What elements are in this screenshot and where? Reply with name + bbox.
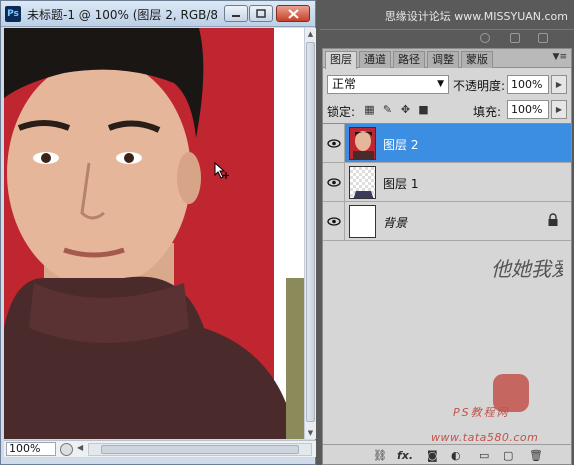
link-layers-icon[interactable]: ⛓: [373, 448, 387, 462]
panel-top-strip: 思缘设计论坛 www.MISSYUAN.com: [316, 0, 574, 29]
new-layer-icon[interactable]: ▢: [503, 448, 513, 462]
fill-input[interactable]: 100%: [507, 100, 549, 119]
eye-icon[interactable]: [323, 163, 345, 201]
lock-label: 锁定:: [327, 105, 356, 119]
watermark-ps-label: PS教程网: [453, 406, 510, 419]
opacity-input[interactable]: 100%: [507, 75, 549, 94]
new-document-icon[interactable]: [510, 33, 520, 43]
horizontal-scrollbar[interactable]: [88, 443, 312, 456]
trash-icon[interactable]: [538, 33, 548, 43]
vertical-scrollbar[interactable]: ▲ ▼: [304, 28, 316, 439]
layer-row-background[interactable]: 背景: [323, 202, 571, 241]
minimize-icon: [232, 14, 240, 17]
opacity-slider-button[interactable]: ▶: [551, 75, 567, 94]
layer-thumbnail: [349, 166, 376, 199]
status-info-icon[interactable]: [60, 443, 73, 456]
panel-dock-toolbar: [320, 29, 574, 47]
status-bar: 100% ◀: [4, 440, 316, 457]
delete-layer-icon[interactable]: 🗑: [529, 448, 543, 462]
close-icon: [287, 8, 299, 19]
portrait-photo: [4, 28, 304, 439]
layers-panel-footer: ⛓ fx. ◙ ◐ ▭ ▢ 🗑: [323, 444, 571, 464]
tab-paths[interactable]: 路径: [393, 51, 425, 68]
lock-icon: [548, 213, 558, 226]
layer-row-layer-1[interactable]: 图层 1: [323, 163, 571, 202]
layer-name[interactable]: 图层 2: [383, 136, 418, 153]
adjustment-layer-icon[interactable]: ◐: [451, 448, 461, 462]
blend-mode-select[interactable]: 正常 ▼: [327, 75, 449, 94]
horizontal-scroll-thumb[interactable]: [101, 445, 299, 454]
document-titlebar[interactable]: Ps 未标题-1 @ 100% (图层 2, RGB/8...: [1, 1, 315, 27]
fill-slider-button[interactable]: ▶: [551, 100, 567, 119]
site-watermark: 思缘设计论坛 www.MISSYUAN.com: [384, 10, 568, 23]
layer-row-layer-2[interactable]: 图层 2: [323, 124, 571, 163]
layers-panel: 图层 通道 路径 调整 蒙版 ▼≡ 正常 ▼ 不透明度: 100% ▶ 锁定: …: [322, 48, 572, 465]
opacity-label: 不透明度:: [453, 79, 506, 93]
lock-position-icon[interactable]: ✥: [399, 103, 412, 116]
tab-adjustments[interactable]: 调整: [427, 51, 459, 68]
tab-layers[interactable]: 图层: [325, 51, 357, 69]
blend-mode-value: 正常: [332, 77, 357, 91]
minimize-button[interactable]: [224, 5, 248, 22]
no-entry-icon[interactable]: [480, 33, 490, 43]
zoom-field[interactable]: 100%: [6, 442, 56, 456]
calligraphy-watermark: 他她我爱你: [491, 257, 563, 412]
panel-menu-icon[interactable]: ▼≡: [553, 52, 567, 62]
svg-text:他她我爱你: 他她我爱你: [491, 257, 563, 281]
fill-label: 填充:: [473, 105, 502, 119]
photoshop-logo-icon: Ps: [5, 6, 21, 22]
tab-channels[interactable]: 通道: [359, 51, 391, 68]
layer-mask-icon[interactable]: ◙: [427, 448, 438, 462]
fx-icon[interactable]: fx.: [397, 448, 413, 462]
status-menu-arrow-icon[interactable]: ◀: [77, 443, 83, 452]
document-window: Ps 未标题-1 @ 100% (图层 2, RGB/8... ▲ ▼ 100%…: [0, 0, 316, 465]
lock-brush-icon[interactable]: ✎: [381, 103, 394, 116]
new-group-icon[interactable]: ▭: [479, 448, 489, 462]
chevron-down-icon: ▼: [437, 79, 444, 89]
vertical-scroll-thumb[interactable]: [306, 42, 315, 422]
canvas[interactable]: [4, 28, 304, 439]
maximize-button[interactable]: [249, 5, 273, 22]
document-title: 未标题-1 @ 100% (图层 2, RGB/8...: [27, 8, 217, 22]
scroll-up-arrow-icon[interactable]: ▲: [305, 28, 316, 40]
layer-thumbnail: [349, 205, 376, 238]
lock-all-icon[interactable]: ■: [417, 103, 430, 116]
panel-tab-row: 图层 通道 路径 调整 蒙版 ▼≡: [323, 49, 571, 69]
scroll-down-arrow-icon[interactable]: ▼: [305, 427, 316, 439]
lock-transparency-icon[interactable]: ▦: [363, 103, 376, 116]
layer-thumbnail: [349, 127, 376, 160]
watermark-url: www.tata580.com: [431, 431, 539, 444]
panels-area: 思缘设计论坛 www.MISSYUAN.com 图层 通道 路径 调整 蒙版 ▼…: [316, 0, 574, 465]
layers-list: 图层 2 图层 1 背景: [323, 123, 571, 241]
eye-icon[interactable]: [323, 124, 345, 162]
close-button[interactable]: [276, 5, 310, 22]
move-cursor-icon: [214, 162, 229, 179]
layer-name[interactable]: 背景: [383, 214, 407, 231]
tab-masks[interactable]: 蒙版: [461, 51, 493, 68]
maximize-icon: [256, 9, 266, 18]
eye-icon[interactable]: [323, 202, 345, 240]
layer-name[interactable]: 图层 1: [383, 175, 418, 192]
